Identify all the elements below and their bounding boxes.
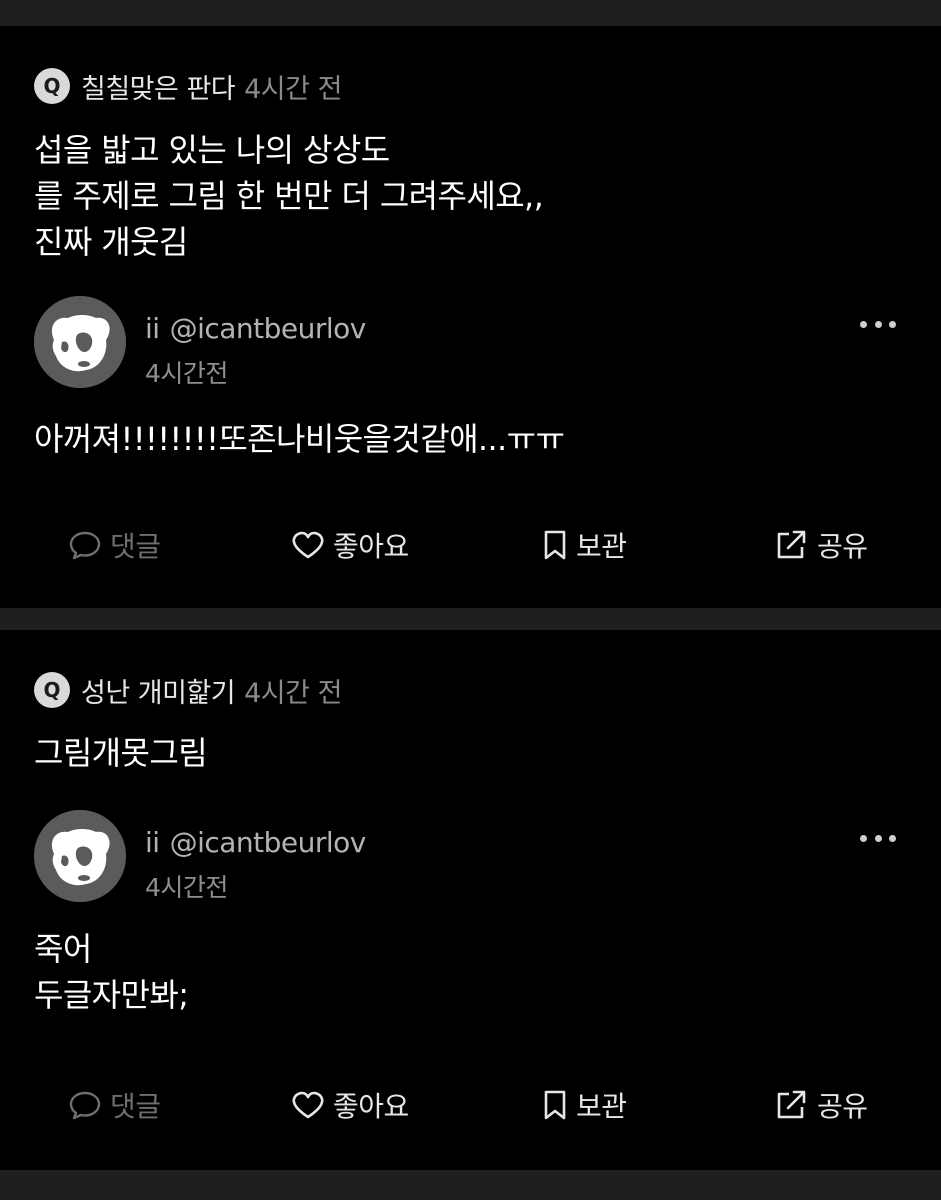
question-badge: Q: [34, 672, 70, 708]
question-badge: Q: [34, 68, 70, 104]
share-icon: [777, 1090, 806, 1119]
heart-icon: [292, 1091, 324, 1119]
comment-label: 댓글: [110, 1090, 161, 1123]
question-header: Q 칠칠맞은 판다 4시간 전: [34, 66, 342, 106]
question-text: 그림개못그림: [34, 730, 901, 776]
answer-time: 4시간전: [145, 873, 228, 902]
share-label: 공유: [817, 1090, 868, 1123]
share-button[interactable]: 공유: [775, 520, 868, 570]
author-name[interactable]: ii @icantbeurlov: [145, 312, 366, 345]
question-text: 섭을 밟고 있는 나의 상상도 를 주제로 그림 한 번만 더 그려주세요,, …: [34, 127, 901, 265]
author-handle: @icantbeurlov: [169, 826, 367, 859]
share-label: 공유: [817, 530, 868, 563]
more-dots-icon: [860, 834, 867, 842]
like-label: 좋아요: [333, 530, 409, 563]
author-display-name: ii: [145, 312, 160, 345]
save-button[interactable]: 보관: [542, 520, 627, 570]
question-header: Q 성난 개미핥기 4시간 전: [34, 670, 342, 710]
share-icon: [777, 530, 806, 559]
question-line: 를 주제로 그림 한 번만 더 그려주세요,,: [34, 177, 544, 215]
questioner-nickname: 칠칠맞은 판다: [81, 73, 236, 105]
post-card: Q 칠칠맞은 판다 4시간 전 섭을 밟고 있는 나의 상상도 를 주제로 그림…: [0, 26, 941, 608]
post-card: Q 성난 개미핥기 4시간 전 그림개못그림 ii @icantbeurlov 4…: [0, 630, 941, 1170]
question-time: 4시간 전: [244, 677, 342, 709]
comment-button[interactable]: 댓글: [68, 520, 161, 570]
bookmark-icon: [544, 530, 566, 560]
answer-line: 두글자만봐;: [34, 976, 189, 1014]
heart-icon: [292, 531, 324, 559]
avatar[interactable]: [34, 296, 126, 388]
more-options-button[interactable]: [860, 828, 896, 848]
more-options-button[interactable]: [860, 314, 896, 334]
answer-text: 죽어 두글자만봐;: [34, 926, 901, 1018]
bookmark-icon: [544, 1090, 566, 1120]
answer-time: 4시간전: [145, 359, 228, 388]
author-name[interactable]: ii @icantbeurlov: [145, 826, 366, 859]
action-bar: 댓글 좋아요 보관 공유: [0, 520, 941, 570]
more-dots-icon: [860, 320, 867, 328]
answer-line: 죽어: [34, 930, 92, 968]
save-label: 보관: [576, 530, 627, 563]
speech-bubble-icon: [69, 1091, 101, 1120]
speech-bubble-icon: [69, 531, 101, 560]
question-line: 진짜 개웃김: [34, 223, 188, 261]
panda-avatar-icon: [34, 810, 126, 902]
author-display-name: ii: [145, 826, 160, 859]
like-button[interactable]: 좋아요: [291, 520, 409, 570]
like-button[interactable]: 좋아요: [291, 1080, 409, 1130]
like-label: 좋아요: [333, 1090, 409, 1123]
answer-line: 아꺼져!!!!!!!!또존나비웃을것같애...ㅠㅠ: [34, 420, 565, 458]
panda-avatar-icon: [34, 296, 126, 388]
comment-button[interactable]: 댓글: [68, 1080, 161, 1130]
question-line: 그림개못그림: [34, 734, 208, 772]
answer-author: ii @icantbeurlov 4시간전: [34, 296, 901, 388]
author-handle: @icantbeurlov: [169, 312, 367, 345]
action-bar: 댓글 좋아요 보관 공유: [0, 1080, 941, 1130]
comment-label: 댓글: [110, 530, 161, 563]
answer-author: ii @icantbeurlov 4시간전: [34, 810, 901, 902]
save-label: 보관: [576, 1090, 627, 1123]
save-button[interactable]: 보관: [542, 1080, 627, 1130]
avatar[interactable]: [34, 810, 126, 902]
question-time: 4시간 전: [244, 73, 342, 105]
question-line: 섭을 밟고 있는 나의 상상도: [34, 131, 390, 169]
feed-page: Q 칠칠맞은 판다 4시간 전 섭을 밟고 있는 나의 상상도 를 주제로 그림…: [0, 0, 941, 1200]
share-button[interactable]: 공유: [775, 1080, 868, 1130]
answer-text: 아꺼져!!!!!!!!또존나비웃을것같애...ㅠㅠ: [34, 416, 901, 462]
questioner-nickname: 성난 개미핥기: [81, 677, 236, 709]
